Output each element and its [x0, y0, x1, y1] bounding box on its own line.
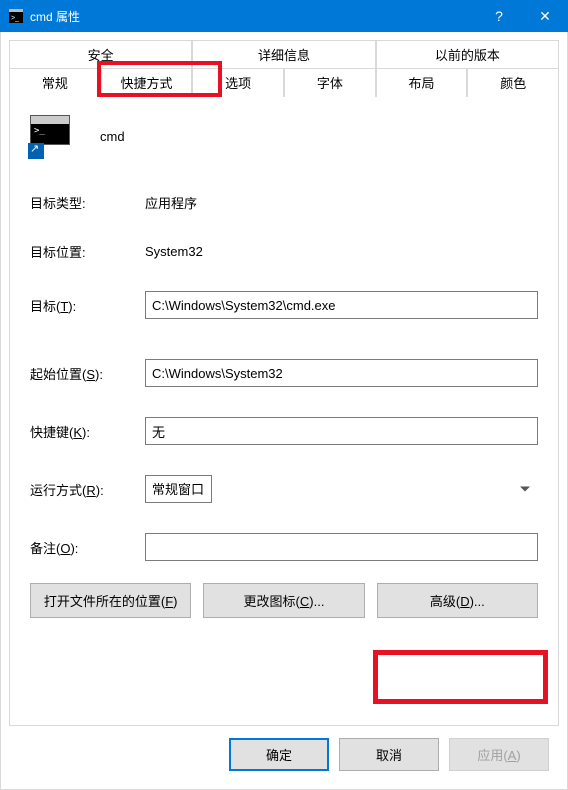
- tab-options[interactable]: 选项: [192, 69, 284, 97]
- target-input[interactable]: [145, 291, 538, 319]
- run-label: 运行方式(R):: [30, 480, 145, 499]
- open-file-location-button[interactable]: 打开文件所在的位置(F): [30, 583, 191, 618]
- tab-font[interactable]: 字体: [284, 69, 376, 97]
- target-location-label: 目标位置:: [30, 242, 145, 261]
- dialog-content: 安全 详细信息 以前的版本 常规 快捷方式 选项 字体 布局 颜色 cmd 目标…: [0, 32, 568, 790]
- tab-container: 安全 详细信息 以前的版本 常规 快捷方式 选项 字体 布局 颜色: [9, 40, 559, 97]
- comment-label: 备注(O):: [30, 538, 145, 557]
- tab-shortcut[interactable]: 快捷方式: [101, 69, 193, 97]
- tab-details[interactable]: 详细信息: [192, 40, 375, 69]
- window-titlebar: >_ cmd 属性 ? ✕: [0, 0, 568, 32]
- shortcut-page: cmd 目标类型: 应用程序 目标位置: System32 目标(T): 起始位…: [9, 97, 559, 726]
- shortcut-key-input[interactable]: [145, 417, 538, 445]
- dialog-footer: 确定 取消 应用(A): [9, 726, 559, 781]
- tab-colors[interactable]: 颜色: [467, 69, 559, 97]
- help-button[interactable]: ?: [476, 0, 522, 32]
- run-select[interactable]: 常规窗口: [145, 475, 212, 503]
- cancel-button[interactable]: 取消: [339, 738, 439, 771]
- comment-input[interactable]: [145, 533, 538, 561]
- advanced-button[interactable]: 高级(D)...: [377, 583, 538, 618]
- shortcut-target-icon: [30, 115, 72, 157]
- shortcut-key-label: 快捷键(K):: [30, 422, 145, 441]
- target-type-value: 应用程序: [145, 193, 197, 212]
- tab-security[interactable]: 安全: [9, 40, 192, 69]
- apply-button[interactable]: 应用(A): [449, 738, 549, 771]
- target-location-value: System32: [145, 244, 203, 259]
- start-in-label: 起始位置(S):: [30, 364, 145, 383]
- svg-text:>_: >_: [11, 15, 19, 22]
- close-button[interactable]: ✕: [522, 0, 568, 32]
- start-in-input[interactable]: [145, 359, 538, 387]
- tab-previous-versions[interactable]: 以前的版本: [376, 40, 559, 69]
- tab-layout[interactable]: 布局: [376, 69, 468, 97]
- annotation-highlight-advanced: [373, 650, 548, 704]
- window-title: cmd 属性: [30, 8, 476, 25]
- target-type-label: 目标类型:: [30, 193, 145, 212]
- app-icon: >_: [8, 8, 24, 24]
- ok-button[interactable]: 确定: [229, 738, 329, 771]
- target-label: 目标(T):: [30, 296, 145, 315]
- change-icon-button[interactable]: 更改图标(C)...: [203, 583, 364, 618]
- shortcut-name: cmd: [100, 129, 125, 144]
- tab-general[interactable]: 常规: [9, 69, 101, 97]
